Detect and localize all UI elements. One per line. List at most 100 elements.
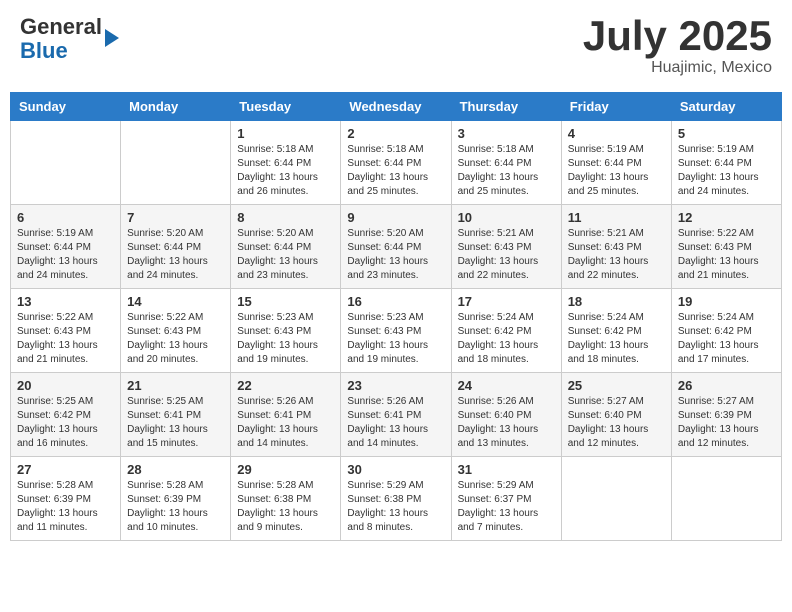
calendar-cell	[561, 457, 671, 541]
calendar-cell: 19 Sunrise: 5:24 AMSunset: 6:42 PMDayligh…	[671, 289, 781, 373]
calendar-cell	[121, 121, 231, 205]
day-info: Sunrise: 5:21 AMSunset: 6:43 PMDaylight:…	[458, 227, 555, 283]
day-number: 13	[17, 294, 114, 309]
day-number: 10	[458, 210, 555, 225]
weekday-header-saturday: Saturday	[671, 93, 781, 121]
calendar-cell	[671, 457, 781, 541]
calendar-cell: 4Sunrise: 5:19 AMSunset: 6:44 PMDaylight…	[561, 121, 671, 205]
title-block: July 2025 Huajimic, Mexico	[583, 15, 772, 77]
day-info: Sunrise: 5:19 AMSunset: 6:44 PMDaylight:…	[17, 227, 114, 283]
day-number: 2	[347, 126, 444, 141]
day-number: 11	[568, 210, 665, 225]
calendar-cell: 23Sunrise: 5:26 AMSunset: 6:41 PMDayligh…	[341, 373, 451, 457]
day-number: 7	[127, 210, 224, 225]
day-number: 9	[347, 210, 444, 225]
day-number: 8	[237, 210, 334, 225]
day-info: Sunrise: 5:20 AMSunset: 6:44 PMDaylight:…	[127, 227, 224, 283]
day-info: Sunrise: 5:22 AMSunset: 6:43 PMDaylight:…	[678, 227, 775, 283]
day-number: 25	[568, 378, 665, 393]
calendar-cell: 21Sunrise: 5:25 AMSunset: 6:41 PMDayligh…	[121, 373, 231, 457]
calendar-cell: 12 Sunrise: 5:22 AMSunset: 6:43 PMDayligh…	[671, 205, 781, 289]
day-info: Sunrise: 5:25 AMSunset: 6:42 PMDaylight:…	[17, 395, 114, 451]
calendar-cell: 24 Sunrise: 5:26 AMSunset: 6:40 PMDayligh…	[451, 373, 561, 457]
day-info: Sunrise: 5:20 AMSunset: 6:44 PMDaylight:…	[237, 227, 334, 283]
logo-general: General	[20, 14, 102, 39]
day-info: Sunrise: 5:19 AMSunset: 6:44 PMDaylight:…	[568, 143, 665, 199]
day-number: 24	[458, 378, 555, 393]
calendar-cell: 22 Sunrise: 5:26 AMSunset: 6:41 PMDayligh…	[231, 373, 341, 457]
calendar-cell: 9 Sunrise: 5:20 AMSunset: 6:44 PMDaylight…	[341, 205, 451, 289]
day-info: Sunrise: 5:18 AMSunset: 6:44 PMDaylight:…	[347, 143, 444, 199]
day-info: Sunrise: 5:24 AMSunset: 6:42 PMDaylight:…	[458, 311, 555, 367]
month-title: July 2025	[583, 15, 772, 57]
calendar-cell: 31Sunrise: 5:29 AMSunset: 6:37 PMDayligh…	[451, 457, 561, 541]
day-info: Sunrise: 5:21 AMSunset: 6:43 PMDaylight:…	[568, 227, 665, 283]
day-info: Sunrise: 5:26 AMSunset: 6:41 PMDaylight:…	[347, 395, 444, 451]
day-info: Sunrise: 5:26 AMSunset: 6:41 PMDaylight:…	[237, 395, 334, 451]
calendar-week-row: 1 Sunrise: 5:18 AMSunset: 6:44 PMDaylight…	[11, 121, 782, 205]
calendar-cell: 6 Sunrise: 5:19 AMSunset: 6:44 PMDaylight…	[11, 205, 121, 289]
day-number: 1	[237, 126, 334, 141]
day-info: Sunrise: 5:29 AMSunset: 6:37 PMDaylight:…	[458, 479, 555, 535]
calendar-cell: 28Sunrise: 5:28 AMSunset: 6:39 PMDayligh…	[121, 457, 231, 541]
logo: General Blue	[20, 15, 119, 63]
weekday-header-friday: Friday	[561, 93, 671, 121]
calendar-cell: 2 Sunrise: 5:18 AMSunset: 6:44 PMDaylight…	[341, 121, 451, 205]
weekday-header-wednesday: Wednesday	[341, 93, 451, 121]
logo-arrow-icon	[105, 29, 119, 47]
day-info: Sunrise: 5:27 AMSunset: 6:39 PMDaylight:…	[678, 395, 775, 451]
day-info: Sunrise: 5:28 AMSunset: 6:38 PMDaylight:…	[237, 479, 334, 535]
day-number: 22	[237, 378, 334, 393]
day-number: 26	[678, 378, 775, 393]
calendar-cell: 18 Sunrise: 5:24 AMSunset: 6:42 PMDayligh…	[561, 289, 671, 373]
day-number: 12	[678, 210, 775, 225]
calendar-table: SundayMondayTuesdayWednesdayThursdayFrid…	[10, 92, 782, 541]
calendar-cell: 5 Sunrise: 5:19 AMSunset: 6:44 PMDaylight…	[671, 121, 781, 205]
weekday-header-row: SundayMondayTuesdayWednesdayThursdayFrid…	[11, 93, 782, 121]
day-number: 18	[568, 294, 665, 309]
day-info: Sunrise: 5:28 AMSunset: 6:39 PMDaylight:…	[127, 479, 224, 535]
day-info: Sunrise: 5:24 AMSunset: 6:42 PMDaylight:…	[568, 311, 665, 367]
calendar-cell: 10 Sunrise: 5:21 AMSunset: 6:43 PMDayligh…	[451, 205, 561, 289]
day-number: 20	[17, 378, 114, 393]
calendar-cell: 16Sunrise: 5:23 AMSunset: 6:43 PMDayligh…	[341, 289, 451, 373]
day-info: Sunrise: 5:23 AMSunset: 6:43 PMDaylight:…	[237, 311, 334, 367]
calendar-week-row: 13 Sunrise: 5:22 AMSunset: 6:43 PMDayligh…	[11, 289, 782, 373]
calendar-cell: 26 Sunrise: 5:27 AMSunset: 6:39 PMDayligh…	[671, 373, 781, 457]
logo-text: General Blue	[20, 15, 102, 63]
day-info: Sunrise: 5:20 AMSunset: 6:44 PMDaylight:…	[347, 227, 444, 283]
day-number: 21	[127, 378, 224, 393]
day-info: Sunrise: 5:23 AMSunset: 6:43 PMDaylight:…	[347, 311, 444, 367]
day-info: Sunrise: 5:27 AMSunset: 6:40 PMDaylight:…	[568, 395, 665, 451]
day-number: 29	[237, 462, 334, 477]
day-info: Sunrise: 5:24 AMSunset: 6:42 PMDaylight:…	[678, 311, 775, 367]
calendar-cell: 27Sunrise: 5:28 AMSunset: 6:39 PMDayligh…	[11, 457, 121, 541]
calendar-cell: 29 Sunrise: 5:28 AMSunset: 6:38 PMDayligh…	[231, 457, 341, 541]
day-info: Sunrise: 5:26 AMSunset: 6:40 PMDaylight:…	[458, 395, 555, 451]
day-number: 17	[458, 294, 555, 309]
logo-blue: Blue	[20, 38, 68, 63]
weekday-header-sunday: Sunday	[11, 93, 121, 121]
day-number: 5	[678, 126, 775, 141]
calendar-week-row: 6 Sunrise: 5:19 AMSunset: 6:44 PMDaylight…	[11, 205, 782, 289]
day-number: 6	[17, 210, 114, 225]
day-number: 15	[237, 294, 334, 309]
day-number: 14	[127, 294, 224, 309]
calendar-cell: 15 Sunrise: 5:23 AMSunset: 6:43 PMDayligh…	[231, 289, 341, 373]
calendar-cell	[11, 121, 121, 205]
day-info: Sunrise: 5:22 AMSunset: 6:43 PMDaylight:…	[17, 311, 114, 367]
calendar-cell: 3Sunrise: 5:18 AMSunset: 6:44 PMDaylight…	[451, 121, 561, 205]
day-info: Sunrise: 5:29 AMSunset: 6:38 PMDaylight:…	[347, 479, 444, 535]
day-number: 3	[458, 126, 555, 141]
day-info: Sunrise: 5:22 AMSunset: 6:43 PMDaylight:…	[127, 311, 224, 367]
location-title: Huajimic, Mexico	[583, 59, 772, 77]
day-info: Sunrise: 5:19 AMSunset: 6:44 PMDaylight:…	[678, 143, 775, 199]
calendar-cell: 11 Sunrise: 5:21 AMSunset: 6:43 PMDayligh…	[561, 205, 671, 289]
calendar-cell: 25 Sunrise: 5:27 AMSunset: 6:40 PMDayligh…	[561, 373, 671, 457]
day-number: 19	[678, 294, 775, 309]
weekday-header-thursday: Thursday	[451, 93, 561, 121]
calendar-cell: 8 Sunrise: 5:20 AMSunset: 6:44 PMDaylight…	[231, 205, 341, 289]
day-number: 27	[17, 462, 114, 477]
weekday-header-tuesday: Tuesday	[231, 93, 341, 121]
calendar-cell: 13 Sunrise: 5:22 AMSunset: 6:43 PMDayligh…	[11, 289, 121, 373]
